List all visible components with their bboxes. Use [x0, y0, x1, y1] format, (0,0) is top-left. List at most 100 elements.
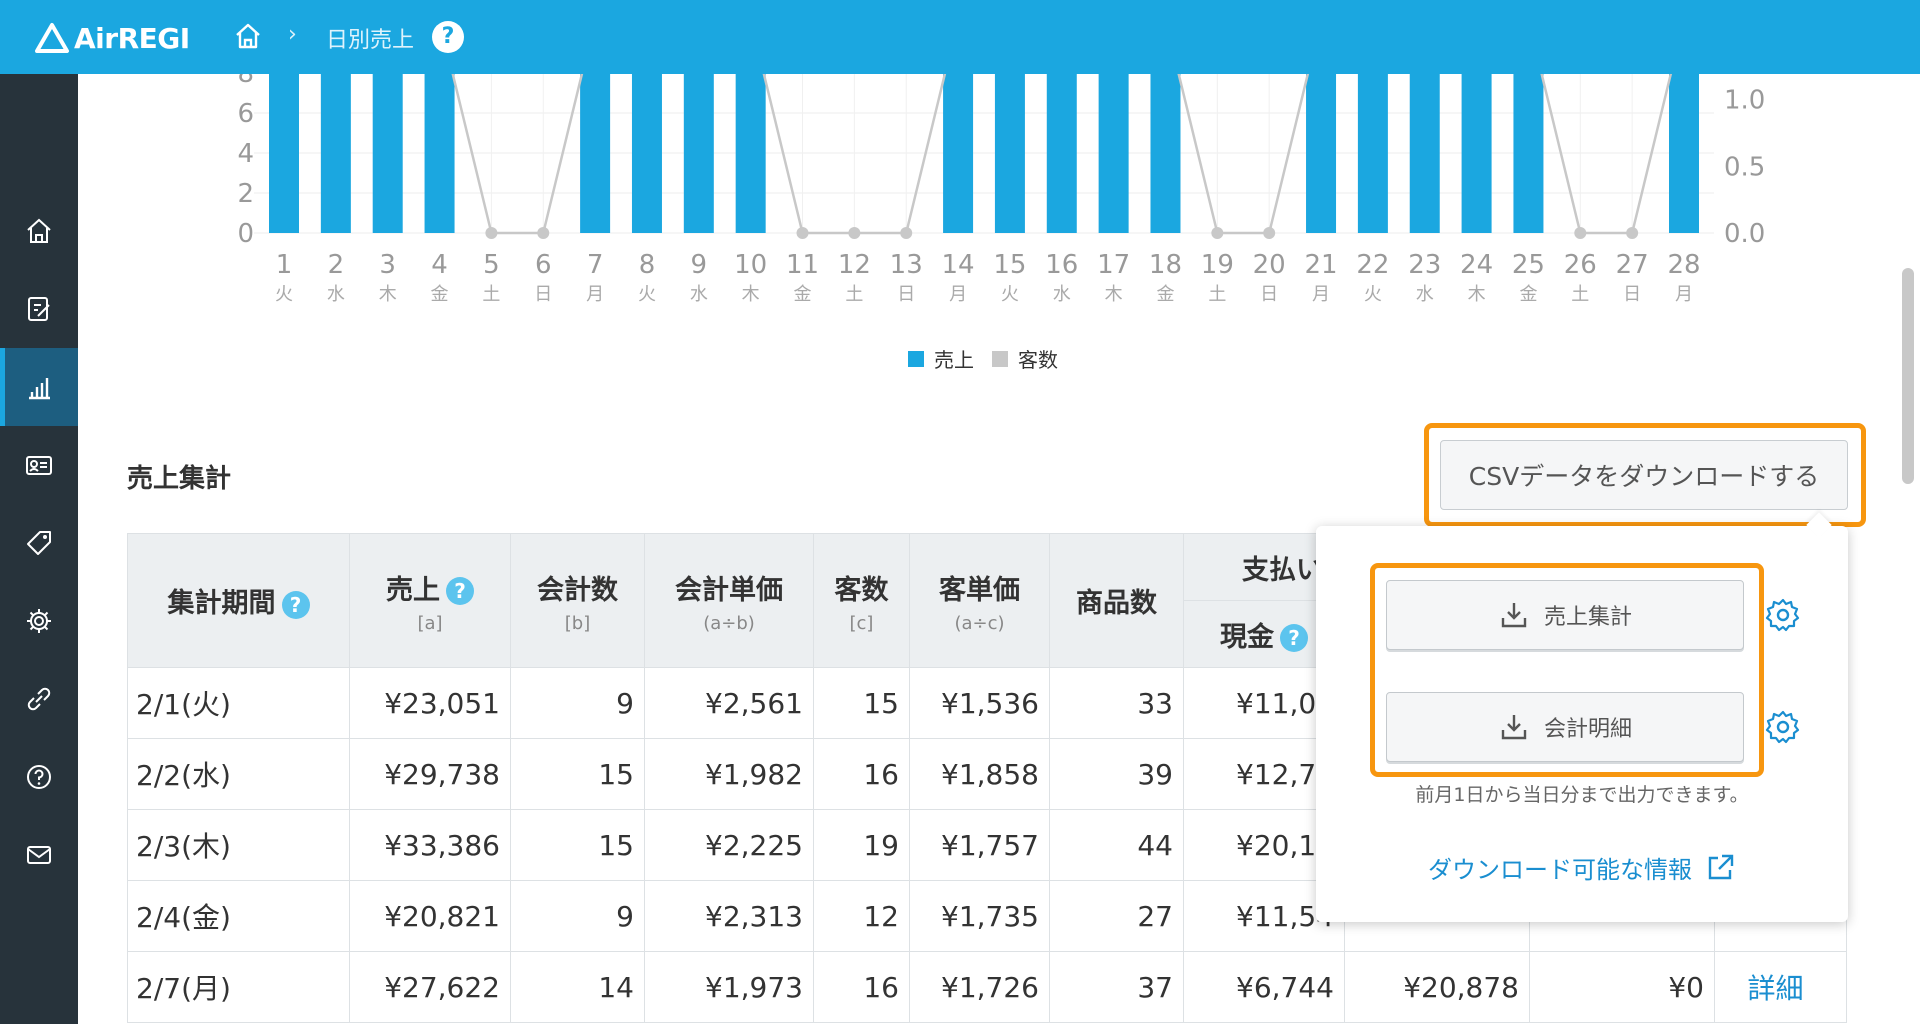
- cell-sales: ¥20,821: [349, 880, 511, 952]
- sidebar-item-register[interactable]: [0, 270, 78, 348]
- cash-help-icon[interactable]: ?: [1280, 624, 1308, 652]
- sidebar-item-integrations[interactable]: [0, 660, 78, 738]
- sidebar-item-products[interactable]: [0, 504, 78, 582]
- bar-sales: [580, 73, 611, 233]
- cell-payment-3: ¥0: [1529, 951, 1715, 1023]
- sidebar-item-customers[interactable]: [0, 426, 78, 504]
- header-checks: 会計数 [b]: [510, 533, 645, 668]
- cell-date: 2/4(金): [127, 880, 350, 952]
- point-customers: [1574, 227, 1587, 239]
- cell-items: 44: [1049, 809, 1184, 881]
- point-customers: [537, 227, 550, 239]
- cell-checks: 9: [510, 880, 645, 952]
- cell-check-avg: ¥2,313: [644, 880, 814, 952]
- x-tick-day: 22: [1356, 250, 1389, 280]
- bar-sales: [1409, 73, 1440, 233]
- header-customers-label: 客数: [834, 574, 889, 606]
- downloadable-info-link[interactable]: ダウンロード可能な情報: [1316, 850, 1848, 885]
- x-tick-weekday: 水: [690, 284, 708, 305]
- header-period: 集計期間?: [127, 533, 350, 668]
- tag-icon: [27, 531, 51, 555]
- x-tick-weekday: 木: [379, 284, 397, 305]
- x-tick-weekday: 月: [586, 284, 604, 305]
- bar-sales: [1513, 73, 1544, 233]
- transaction-detail-settings-gear-icon[interactable]: [1764, 708, 1802, 746]
- x-tick-day: 7: [587, 250, 604, 280]
- cell-check-avg: ¥1,982: [644, 738, 814, 810]
- bar-sales: [1098, 73, 1129, 233]
- bar-sales: [320, 73, 351, 233]
- cell-cust-avg: ¥1,536: [909, 667, 1050, 739]
- breadcrumb-home-icon[interactable]: [232, 20, 264, 52]
- cell-date: 2/2(水): [127, 738, 350, 810]
- page-scrollbar[interactable]: [1902, 268, 1914, 484]
- cell-sales: ¥29,738: [349, 738, 511, 810]
- y-tick-right: 0.5: [1724, 152, 1765, 182]
- sidebar-item-home[interactable]: [0, 192, 78, 270]
- x-tick-day: 23: [1408, 250, 1441, 280]
- legend-swatch-customers: [992, 350, 1008, 367]
- x-tick-day: 4: [431, 250, 448, 280]
- csv-download-button[interactable]: CSVデータをダウンロードする: [1440, 440, 1848, 510]
- x-tick-weekday: 月: [1312, 284, 1330, 305]
- cell-items: 39: [1049, 738, 1184, 810]
- sales-summary-settings-gear-icon[interactable]: [1764, 596, 1802, 634]
- x-tick-day: 6: [535, 250, 552, 280]
- header-period-label: 集計期間: [167, 588, 276, 619]
- cell-customers: 19: [813, 809, 910, 881]
- sidebar-item-messages[interactable]: [0, 816, 78, 894]
- cell-detail-link[interactable]: 詳細: [1714, 951, 1847, 1023]
- bar-sales: [994, 73, 1025, 233]
- point-customers: [796, 227, 809, 239]
- x-tick-weekday: 土: [1208, 284, 1226, 305]
- bar-sales: [1461, 73, 1492, 233]
- header-items: 商品数: [1049, 533, 1184, 668]
- bar-sales: [631, 73, 662, 233]
- page-title: 日別売上: [326, 28, 415, 53]
- cell-check-avg: ¥2,561: [644, 667, 814, 739]
- cell-checks: 9: [510, 667, 645, 739]
- y-tick-left: 2: [237, 179, 254, 209]
- header-cust-avg-label: 客単価: [939, 574, 1020, 606]
- x-tick-day: 10: [734, 250, 767, 280]
- x-tick-weekday: 月: [949, 284, 967, 305]
- x-tick-day: 15: [993, 250, 1026, 280]
- legend-label-sales: 売上: [934, 348, 974, 372]
- bar-sales: [683, 73, 714, 233]
- x-tick-day: 19: [1201, 250, 1234, 280]
- x-tick-day: 25: [1512, 250, 1545, 280]
- top-header: AirREGI › 日別売上 ?: [0, 0, 1920, 74]
- sidebar-item-help[interactable]: [0, 738, 78, 816]
- chart-legend: 売上 客数: [908, 344, 1076, 373]
- x-tick-day: 18: [1149, 250, 1182, 280]
- bar-sales: [1306, 73, 1337, 233]
- cell-customers: 12: [813, 880, 910, 952]
- cell-customers: 16: [813, 951, 910, 1023]
- sidebar-item-settings[interactable]: [0, 582, 78, 660]
- sales-help-icon[interactable]: ?: [446, 577, 474, 605]
- header-checks-sub: [b]: [564, 612, 591, 634]
- breadcrumb-chevron-icon: ›: [288, 22, 297, 47]
- x-tick-day: 26: [1564, 250, 1597, 280]
- cell-date: 2/7(月): [127, 951, 350, 1023]
- period-help-icon[interactable]: ?: [281, 590, 310, 619]
- header-checks-label: 会計数: [537, 574, 618, 606]
- bar-sales: [1357, 73, 1388, 233]
- cell-cust-avg: ¥1,726: [909, 951, 1050, 1023]
- download-range-note: 前月1日から当日分まで出力できます。: [1415, 784, 1749, 806]
- cell-sales: ¥27,622: [349, 951, 511, 1023]
- mail-icon: [27, 846, 51, 864]
- x-tick-day: 20: [1253, 250, 1286, 280]
- sidebar-item-analytics[interactable]: [0, 348, 78, 426]
- airregi-logo[interactable]: AirREGI: [34, 18, 190, 58]
- x-tick-day: 11: [786, 250, 819, 280]
- section-title: 売上集計: [127, 464, 232, 494]
- x-tick-day: 2: [328, 250, 345, 280]
- x-tick-weekday: 火: [275, 284, 293, 305]
- cell-cust-avg: ¥1,735: [909, 880, 1050, 952]
- x-tick-weekday: 土: [845, 284, 863, 305]
- cell-items: 33: [1049, 667, 1184, 739]
- cell-customers: 16: [813, 738, 910, 810]
- y-tick-right: 1.0: [1724, 86, 1765, 116]
- help-icon[interactable]: ?: [432, 21, 464, 53]
